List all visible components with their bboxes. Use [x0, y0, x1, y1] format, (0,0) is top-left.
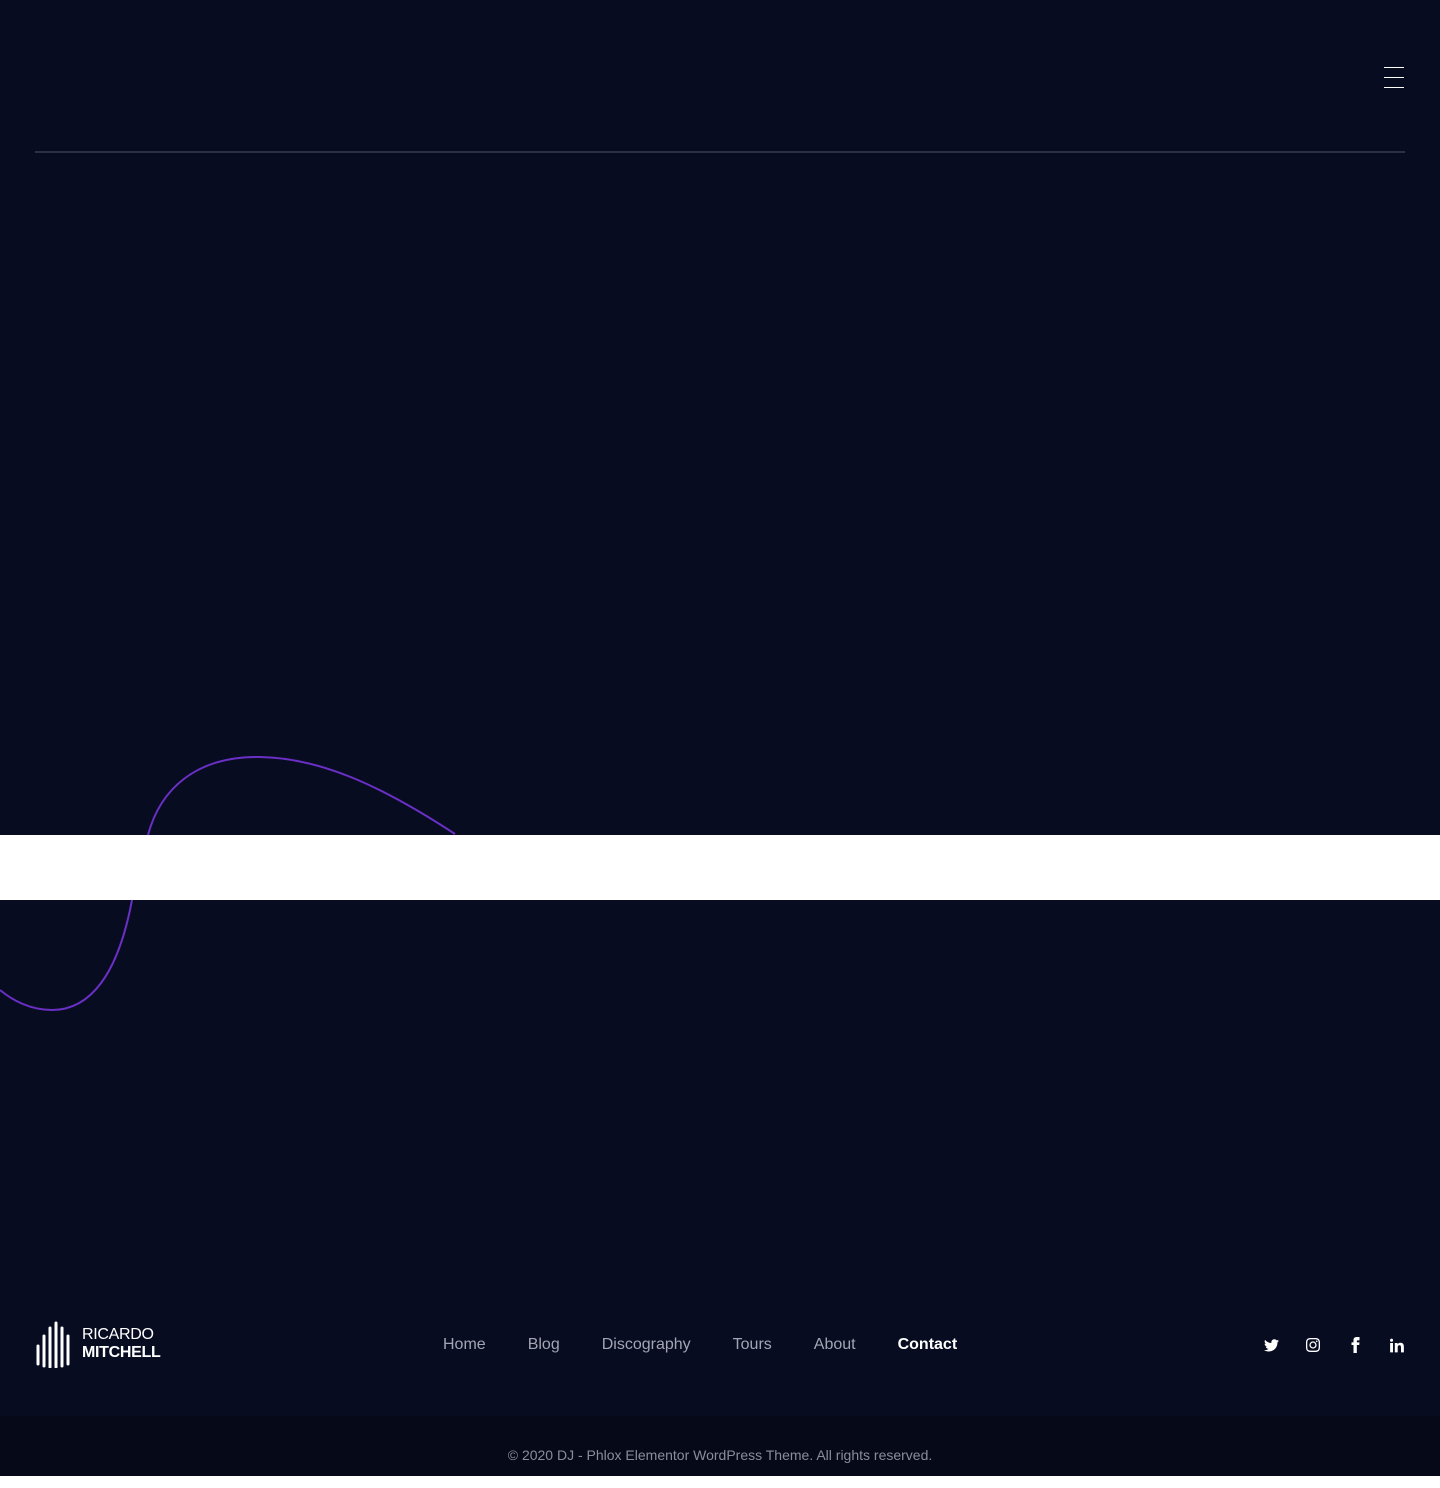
- facebook-link[interactable]: [1347, 1336, 1363, 1354]
- footer-nav: Home Blog Discography Tours About Contac…: [443, 1335, 999, 1355]
- twitter-icon: [1263, 1338, 1279, 1351]
- social-links: [1237, 1336, 1405, 1354]
- logo-line1: RICARDO: [82, 1326, 154, 1343]
- copyright-text: © 2020 DJ - Phlox Elementor WordPress Th…: [507, 1447, 933, 1463]
- copyright-bar: [0, 1416, 1440, 1476]
- instagram-link[interactable]: [1305, 1336, 1321, 1354]
- facebook-icon: [1351, 1337, 1359, 1353]
- header-divider: [35, 151, 1405, 153]
- footer-logo[interactable]: RICARDO MITCHELL: [35, 1320, 161, 1368]
- twitter-link[interactable]: [1263, 1336, 1279, 1354]
- logo-mark-icon: [36, 1321, 70, 1368]
- footer-nav-about[interactable]: About: [814, 1335, 856, 1355]
- footer-nav-tours[interactable]: Tours: [733, 1335, 772, 1355]
- linkedin-link[interactable]: [1389, 1336, 1405, 1354]
- bottom-edge: [0, 1476, 1440, 1488]
- hamburger-icon: [1384, 67, 1404, 68]
- linkedin-icon: [1389, 1338, 1404, 1352]
- hamburger-menu-button[interactable]: [1384, 66, 1406, 90]
- footer-nav-discography[interactable]: Discography: [602, 1335, 691, 1355]
- white-band: [0, 835, 1440, 900]
- footer-nav-contact[interactable]: Contact: [898, 1335, 958, 1355]
- instagram-icon: [1306, 1338, 1320, 1352]
- hero-section: [0, 0, 1440, 835]
- footer-nav-blog[interactable]: Blog: [528, 1335, 560, 1355]
- logo-text: RICARDO MITCHELL: [82, 1326, 161, 1362]
- logo-line2: MITCHELL: [82, 1344, 161, 1361]
- footer-nav-home[interactable]: Home: [443, 1335, 486, 1355]
